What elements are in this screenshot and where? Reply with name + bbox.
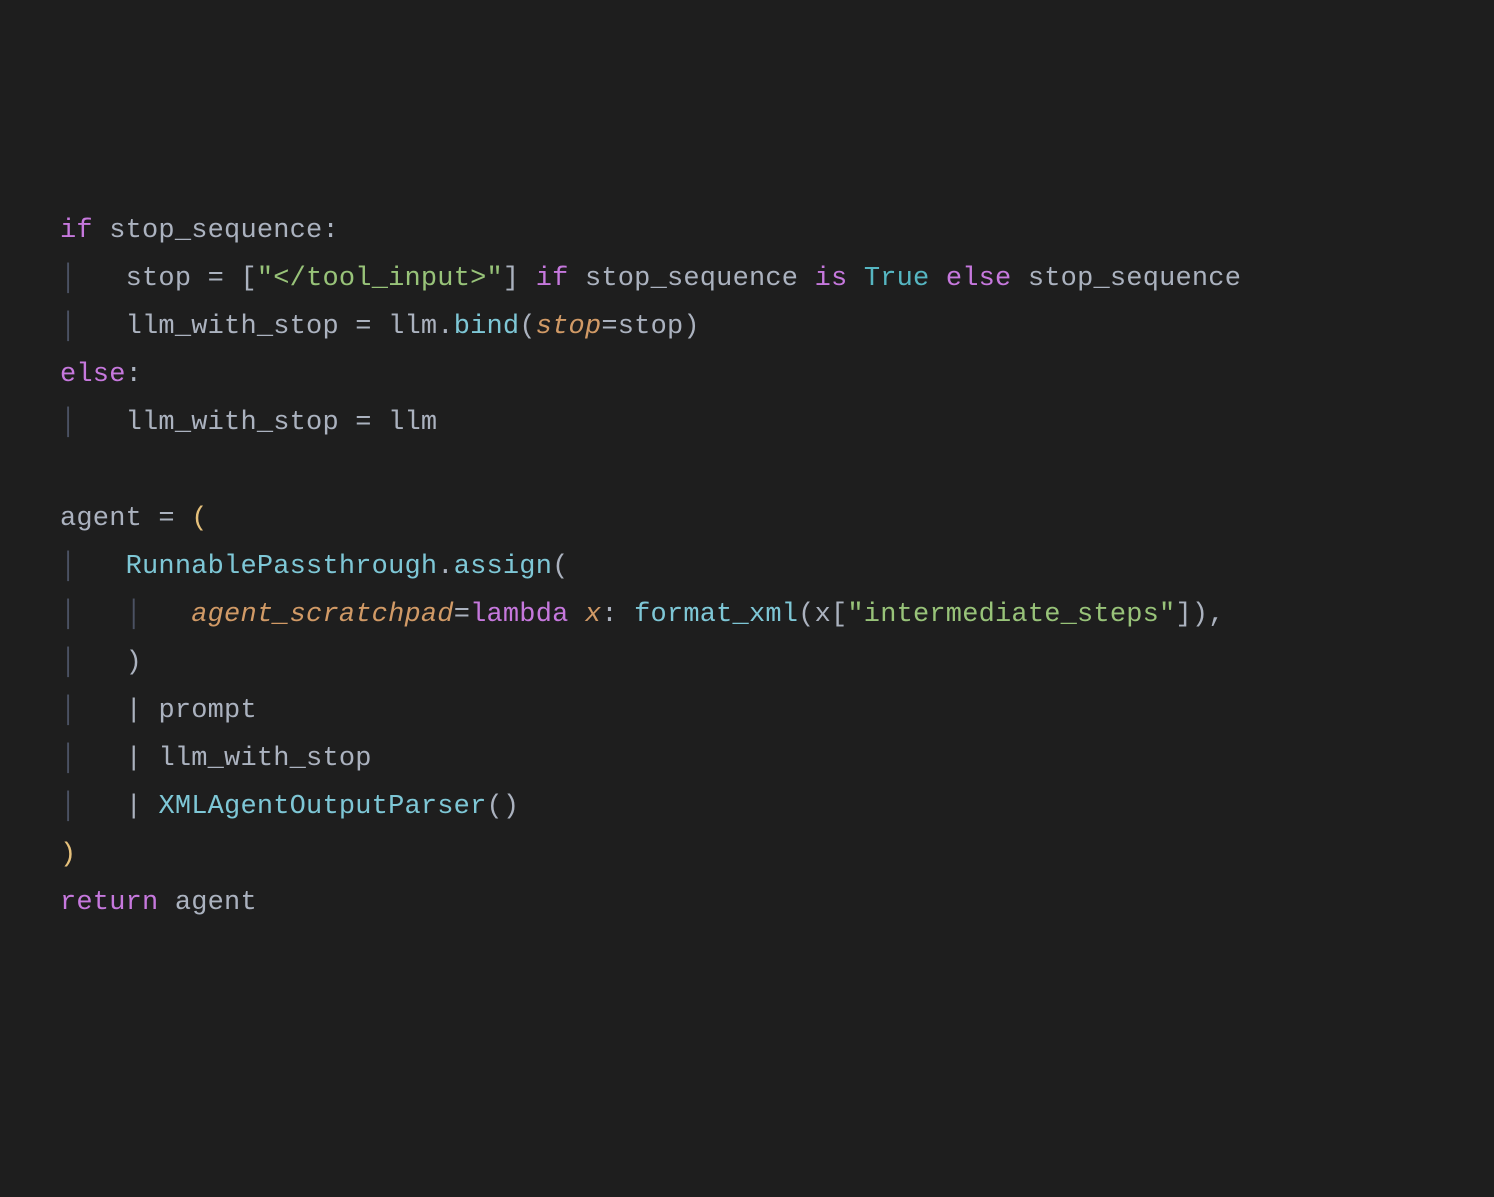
code-line: │ llm_with_stop = llm [60,399,1494,447]
indent-guide: │ [60,696,126,726]
colon: : [322,216,338,246]
colon: : [126,360,142,390]
identifier: agent [175,888,257,918]
code-line: │ ) [60,639,1494,687]
paren-open: ( [191,504,207,534]
identifier: agent [60,504,142,534]
string-literal: "</tool_input>" [257,264,503,294]
indent-guide: │ [60,744,126,774]
operator-pipe: | [126,696,142,726]
blank-line [60,447,1494,495]
operator: = [355,408,371,438]
identifier: stop [618,312,684,342]
code-line: │ llm_with_stop = llm.bind(stop=stop) [60,303,1494,351]
identifier: stop [126,264,192,294]
indent-guide: │ [60,552,126,582]
code-line: │ │ agent_scratchpad=lambda x: format_xm… [60,591,1494,639]
paren-close: ) [60,840,76,870]
keyword-return: return [60,888,158,918]
colon: : [601,600,617,630]
string-literal: "intermediate_steps" [847,600,1175,630]
code-line: else: [60,351,1494,399]
dot: . [437,552,453,582]
dot: . [437,312,453,342]
class-name: RunnablePassthrough [126,552,438,582]
identifier: stop_sequence [1028,264,1241,294]
paren: ) [503,792,519,822]
identifier: llm [388,312,437,342]
identifier: x [815,600,831,630]
method-call: assign [454,552,552,582]
lambda-param: x [585,600,601,630]
operator: = [601,312,617,342]
method-call: bind [454,312,520,342]
operator-pipe: | [126,744,142,774]
kwarg: stop [536,312,602,342]
code-line: if stop_sequence: [60,207,1494,255]
indent-guide: │ [60,408,126,438]
keyword-is: is [815,264,848,294]
bracket: [ [240,264,256,294]
identifier: stop_sequence [109,216,322,246]
keyword-else: else [60,360,126,390]
keyword-lambda: lambda [470,600,568,630]
indent-guide: │ [60,312,126,342]
keyword-if: if [60,216,93,246]
code-line: return agent [60,879,1494,927]
keyword-if: if [536,264,569,294]
code-line: │ RunnablePassthrough.assign( [60,543,1494,591]
code-block[interactable]: if stop_sequence:│ stop = ["</tool_input… [60,207,1494,927]
keyword-else: else [946,264,1012,294]
function-call: format_xml [634,600,798,630]
paren: ) [683,312,699,342]
indent-guide: │ │ [60,600,191,630]
operator-pipe: | [126,792,142,822]
identifier: prompt [158,696,256,726]
identifier: llm [388,408,437,438]
identifier: llm_with_stop [126,408,339,438]
indent-guide: │ [60,264,126,294]
bracket: ] [1175,600,1191,630]
constant-true: True [864,264,930,294]
operator: = [454,600,470,630]
identifier: llm_with_stop [158,744,371,774]
identifier: llm_with_stop [126,312,339,342]
code-line: │ stop = ["</tool_input>"] if stop_seque… [60,255,1494,303]
operator: = [158,504,174,534]
paren: ) [126,648,142,678]
comma: , [1208,600,1224,630]
bracket: ] [503,264,519,294]
indent-guide: │ [60,792,126,822]
paren: ) [1192,600,1208,630]
code-line: agent = ( [60,495,1494,543]
class-name: XMLAgentOutputParser [158,792,486,822]
indent-guide: │ [60,648,126,678]
code-line: │ | prompt [60,687,1494,735]
bracket: [ [831,600,847,630]
operator: = [208,264,224,294]
kwarg: agent_scratchpad [191,600,453,630]
paren: ( [798,600,814,630]
code-line: │ | XMLAgentOutputParser() [60,783,1494,831]
code-line: │ | llm_with_stop [60,735,1494,783]
operator: = [355,312,371,342]
paren: ( [487,792,503,822]
code-line: ) [60,831,1494,879]
paren: ( [552,552,568,582]
paren: ( [519,312,535,342]
identifier: stop_sequence [585,264,798,294]
